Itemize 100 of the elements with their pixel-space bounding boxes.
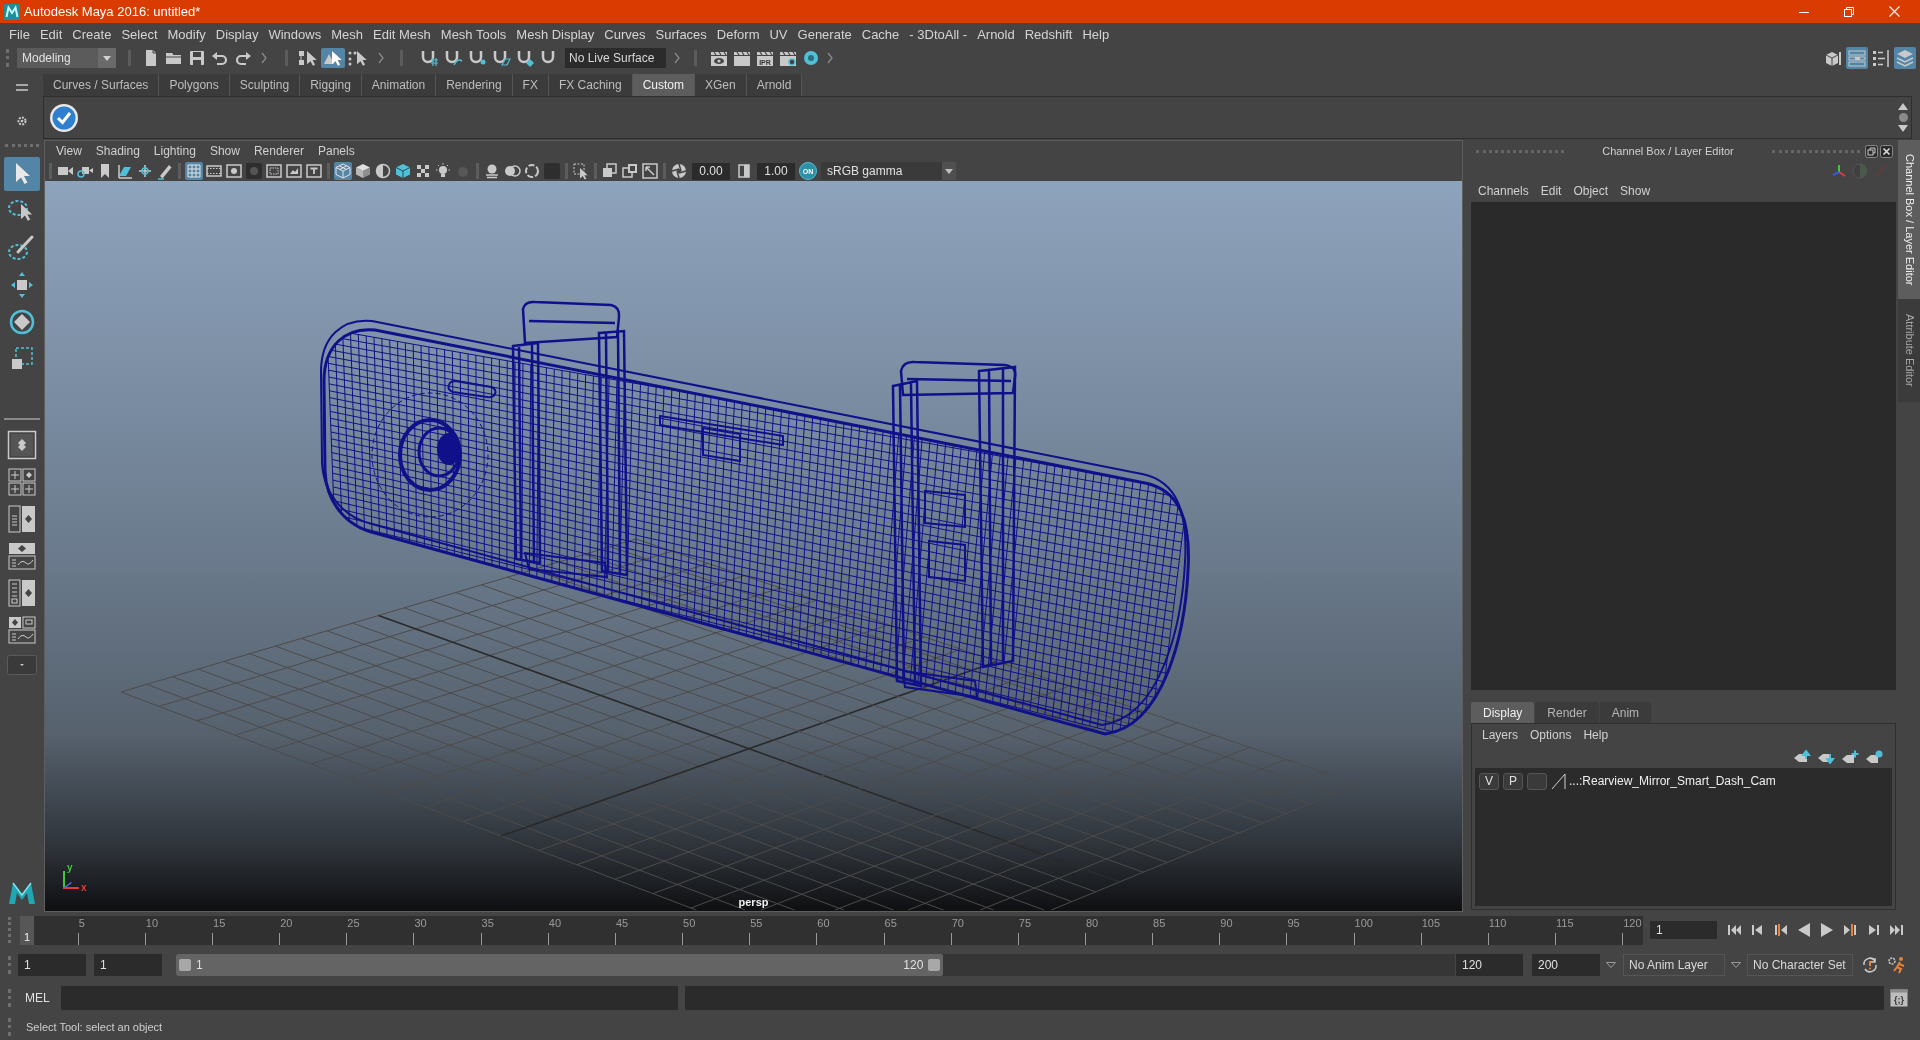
play-forward-icon[interactable] <box>1819 922 1835 938</box>
settings-icon[interactable] <box>15 115 28 127</box>
pane-layout-icon[interactable] <box>7 615 37 645</box>
range-handle-icon[interactable] <box>179 959 191 971</box>
panel-menu-item[interactable]: Show <box>1614 185 1657 197</box>
time-slider[interactable]: 1 5 10 15 20 25 30 35 40 45 50 55 60 65 70 75 80 85 90 95 100 105 110 115 120 <box>20 915 1643 945</box>
shelf-tab[interactable]: Arnold <box>746 74 803 96</box>
grid-icon[interactable] <box>185 162 203 180</box>
panel-menu-item[interactable]: Renderer <box>246 145 311 157</box>
menu-item[interactable]: Generate <box>792 27 857 41</box>
crosshair-arrows-icon[interactable] <box>136 162 154 180</box>
caret-icon[interactable] <box>1606 962 1616 968</box>
layers-icon[interactable] <box>1894 46 1916 69</box>
select-box-cursor-icon[interactable] <box>572 162 590 180</box>
drag-handle[interactable] <box>8 956 11 974</box>
menu-item[interactable]: Mesh Tools <box>435 27 512 41</box>
stacked-squares-icon[interactable] <box>621 162 639 180</box>
sphere-icon[interactable] <box>801 48 821 67</box>
close-icon[interactable] <box>1880 144 1893 158</box>
playback-toggle[interactable]: P <box>1503 772 1523 790</box>
running-figure-icon[interactable] <box>1887 956 1907 974</box>
panel-menu-item[interactable]: Help <box>1577 729 1615 741</box>
panel-menu-item[interactable]: Lighting <box>146 145 203 157</box>
panel-menu-item[interactable]: Panels <box>310 145 362 157</box>
film-strip-icon[interactable] <box>205 162 223 180</box>
viewport[interactable]: y x persp <box>45 181 1462 911</box>
playback-end-field[interactable]: 120 <box>1456 954 1523 976</box>
shelf-tab[interactable]: Curves / Surfaces <box>43 74 160 96</box>
exposure-field[interactable]: 0.00 <box>692 162 730 180</box>
scroll-up-icon[interactable] <box>1898 103 1908 110</box>
dot-tag-icon[interactable] <box>1865 750 1883 764</box>
dashed-ring-icon[interactable] <box>523 162 541 180</box>
plus-tag-icon[interactable] <box>1841 750 1859 764</box>
menu-item[interactable]: Curves <box>599 27 651 41</box>
range-slider-track[interactable]: 1 120 <box>176 954 1455 976</box>
save-icon[interactable] <box>187 48 207 67</box>
circle-frame-icon[interactable] <box>225 162 243 180</box>
circular-arrows-icon[interactable] <box>1861 956 1879 974</box>
half-square-icon[interactable] <box>735 162 753 180</box>
menu-item[interactable]: Arnold <box>972 27 1020 41</box>
shelf-tab[interactable]: Rigging <box>300 74 362 96</box>
menu-item[interactable]: UV <box>764 27 793 41</box>
previous-key-icon[interactable] <box>1773 922 1789 938</box>
menu-item[interactable]: Mesh <box>326 27 368 41</box>
pane-layout-icon[interactable] <box>7 467 37 497</box>
color-space-dropdown[interactable]: sRGB gamma <box>821 162 956 180</box>
shelf-menu-icon[interactable] <box>1898 113 1908 122</box>
drag-handle[interactable] <box>1476 149 1564 153</box>
skip-to-start-icon[interactable] <box>1727 922 1743 938</box>
menu-lines-icon[interactable] <box>14 84 29 91</box>
caret-icon[interactable] <box>1731 962 1741 968</box>
pencil-icon[interactable] <box>156 162 174 180</box>
panel-menu-item[interactable]: Shading <box>88 145 147 157</box>
half-shaded-circle-icon[interactable] <box>374 162 392 180</box>
panel-menu-item[interactable]: Show <box>202 145 247 157</box>
arrow-cursor-icon[interactable] <box>4 157 40 191</box>
shelf-tab[interactable]: FX Caching <box>548 74 633 96</box>
menu-item[interactable]: Edit Mesh <box>368 27 436 41</box>
sphere-on-base-icon[interactable] <box>483 162 501 180</box>
pane-layout-icon[interactable] <box>7 430 37 460</box>
overlapping-squares-icon[interactable] <box>601 162 619 180</box>
pane-layout-icon[interactable] <box>7 541 37 571</box>
shelf-tab[interactable]: Polygons <box>159 74 230 96</box>
command-language-label[interactable]: MEL <box>25 992 50 1004</box>
panel-menu-item[interactable]: Options <box>1524 729 1578 741</box>
framed-image-icon[interactable] <box>641 162 659 180</box>
panel-menu-item[interactable]: Edit <box>1534 185 1568 197</box>
range-slider[interactable]: 1 120 <box>176 954 944 976</box>
menu-item[interactable]: Deform <box>711 27 765 41</box>
menu-item[interactable]: Windows <box>263 27 327 41</box>
shelf-tab[interactable]: Animation <box>361 74 437 96</box>
drag-handle[interactable] <box>8 917 11 943</box>
restore-icon[interactable] <box>1844 6 1854 17</box>
arrow-up-tag-icon[interactable] <box>1793 750 1811 764</box>
light-bulb-icon[interactable] <box>434 162 452 180</box>
drag-handle[interactable] <box>5 144 39 147</box>
panel-menu-item[interactable]: Channels <box>1472 185 1535 197</box>
pane-layout-icon[interactable] <box>7 504 37 534</box>
shelf-tab[interactable]: FX <box>512 74 549 96</box>
drag-handle[interactable] <box>8 989 11 1007</box>
object-cursor-icon[interactable] <box>321 47 345 68</box>
textured-cube-icon[interactable] <box>394 162 412 180</box>
drag-handle[interactable] <box>8 1018 11 1036</box>
menu-item[interactable]: Surfaces <box>650 27 712 41</box>
panel-menu-item[interactable]: Object <box>1567 185 1615 197</box>
menu-item[interactable]: Redshift <box>1019 27 1078 41</box>
range-handle-icon[interactable] <box>928 959 941 971</box>
float-window-icon[interactable] <box>1865 144 1878 158</box>
side-tab[interactable]: Attribute Editor <box>1898 299 1920 402</box>
menu-item[interactable]: Select <box>116 27 163 41</box>
wireframe-cube-icon[interactable] <box>334 162 352 180</box>
current-frame-field[interactable]: 1 <box>1650 921 1717 939</box>
playback-start-field[interactable]: 1 <box>94 954 162 976</box>
menu-item[interactable]: File <box>4 27 35 41</box>
menu-item[interactable]: Cache <box>856 27 905 41</box>
solid-cube-icon[interactable] <box>354 162 372 180</box>
start-frame-field[interactable]: 1 <box>18 954 86 976</box>
plane-axes-icon[interactable] <box>116 162 134 180</box>
scroll-down-icon[interactable] <box>1898 125 1908 132</box>
command-input-field[interactable] <box>60 986 678 1010</box>
